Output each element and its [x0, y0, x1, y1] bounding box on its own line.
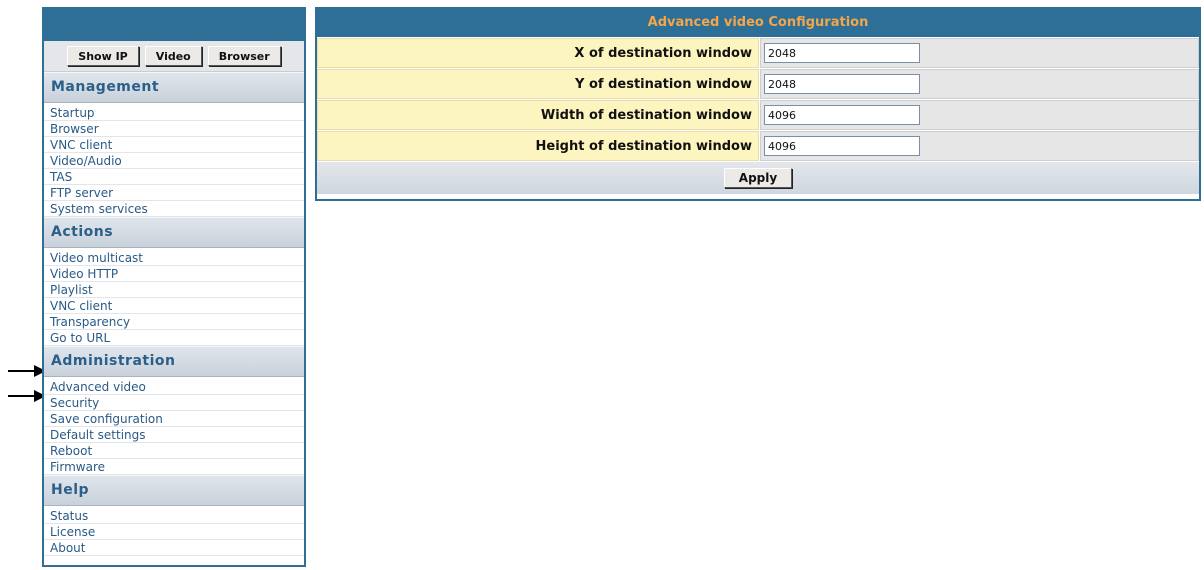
sidebar-item-advanced-video[interactable]: Advanced video	[44, 379, 304, 395]
browser-button[interactable]: Browser	[207, 46, 281, 66]
apply-bar: Apply	[317, 162, 1199, 194]
y-input[interactable]	[764, 74, 920, 94]
x-input[interactable]	[764, 43, 920, 63]
form-row-width: Width of destination window	[317, 100, 1199, 130]
sidebar-item-ftp-server[interactable]: FTP server	[44, 185, 304, 201]
section-administration: Administration	[44, 346, 304, 377]
advanced-video-panel: Advanced video Configuration X of destin…	[315, 7, 1201, 201]
sidebar-item-video-http[interactable]: Video HTTP	[44, 266, 304, 282]
sidebar-item-video-audio[interactable]: Video/Audio	[44, 153, 304, 169]
menu-management: Startup Browser VNC client Video/Audio T…	[44, 103, 304, 217]
sidebar-item-reboot[interactable]: Reboot	[44, 443, 304, 459]
apply-button[interactable]: Apply	[723, 168, 793, 188]
sidebar-item-startup[interactable]: Startup	[44, 105, 304, 121]
sidebar-header-bar	[44, 9, 304, 41]
sidebar-item-status[interactable]: Status	[44, 508, 304, 524]
section-management: Management	[44, 72, 304, 103]
sidebar-item-save-configuration[interactable]: Save configuration	[44, 411, 304, 427]
sidebar: Show IP Video Browser Management Startup…	[42, 7, 306, 567]
sidebar-item-transparency[interactable]: Transparency	[44, 314, 304, 330]
menu-administration: Advanced video Security Save configurati…	[44, 377, 304, 475]
quick-buttons: Show IP Video Browser	[44, 41, 304, 72]
sidebar-item-firmware[interactable]: Firmware	[44, 459, 304, 475]
sidebar-item-tas[interactable]: TAS	[44, 169, 304, 185]
menu-actions: Video multicast Video HTTP Playlist VNC …	[44, 248, 304, 346]
width-input[interactable]	[764, 105, 920, 125]
sidebar-item-about[interactable]: About	[44, 540, 304, 556]
width-label: Width of destination window	[317, 100, 759, 130]
y-cell	[760, 69, 1199, 99]
sidebar-item-license[interactable]: License	[44, 524, 304, 540]
x-cell	[760, 38, 1199, 68]
panel-title: Advanced video Configuration	[317, 9, 1199, 37]
show-ip-button[interactable]: Show IP	[67, 46, 139, 66]
sidebar-item-system-services[interactable]: System services	[44, 201, 304, 217]
section-help: Help	[44, 475, 304, 506]
section-actions: Actions	[44, 217, 304, 248]
arrow-administration-icon	[0, 365, 46, 377]
sidebar-item-playlist[interactable]: Playlist	[44, 282, 304, 298]
sidebar-item-default-settings[interactable]: Default settings	[44, 427, 304, 443]
sidebar-item-go-to-url[interactable]: Go to URL	[44, 330, 304, 346]
arrow-advanced-video-icon	[0, 390, 46, 402]
y-label: Y of destination window	[317, 69, 759, 99]
menu-help: Status License About	[44, 506, 304, 556]
sidebar-item-vnc-client[interactable]: VNC client	[44, 137, 304, 153]
sidebar-item-security[interactable]: Security	[44, 395, 304, 411]
sidebar-item-video-multicast[interactable]: Video multicast	[44, 250, 304, 266]
form-row-x: X of destination window	[317, 38, 1199, 68]
width-cell	[760, 100, 1199, 130]
form-row-y: Y of destination window	[317, 69, 1199, 99]
video-button[interactable]: Video	[144, 46, 202, 66]
height-cell	[760, 131, 1199, 161]
x-label: X of destination window	[317, 38, 759, 68]
sidebar-item-browser[interactable]: Browser	[44, 121, 304, 137]
form-row-height: Height of destination window	[317, 131, 1199, 161]
sidebar-item-vnc-client-action[interactable]: VNC client	[44, 298, 304, 314]
height-input[interactable]	[764, 136, 920, 156]
height-label: Height of destination window	[317, 131, 759, 161]
